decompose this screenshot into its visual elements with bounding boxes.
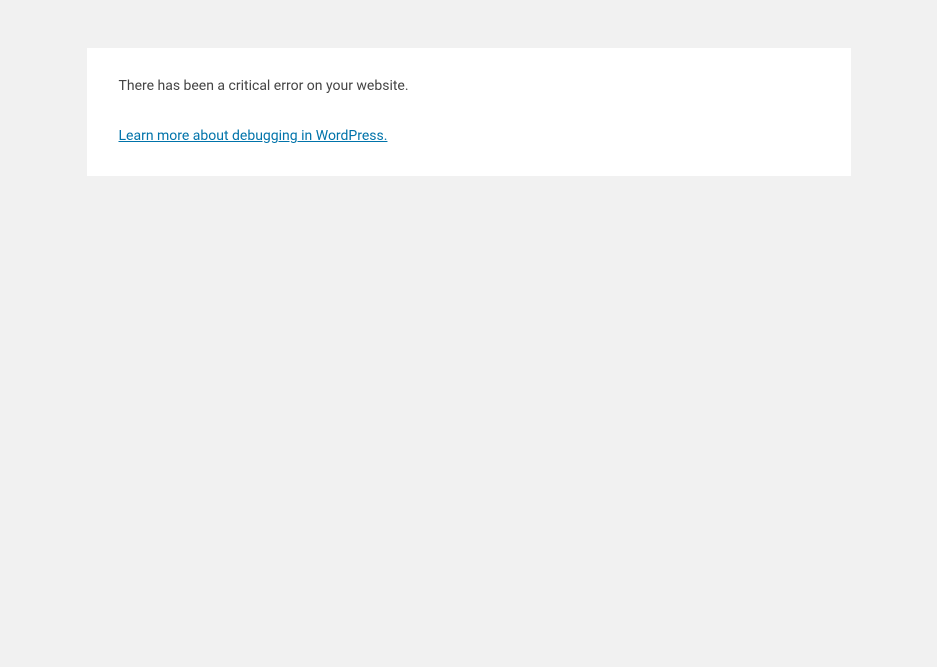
debug-link[interactable]: Learn more about debugging in WordPress. <box>119 128 388 144</box>
error-container: There has been a critical error on your … <box>87 48 851 176</box>
error-message: There has been a critical error on your … <box>119 76 819 97</box>
